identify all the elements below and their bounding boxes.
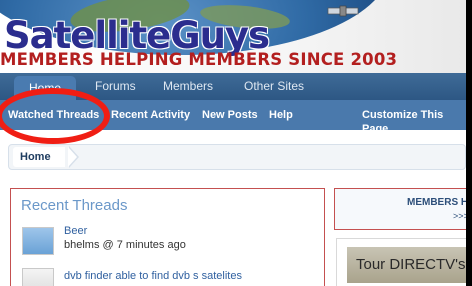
avatar[interactable] bbox=[22, 268, 54, 286]
highlight-annotation bbox=[0, 88, 110, 144]
site-logo[interactable]: SatelliteGuys bbox=[4, 17, 270, 54]
thread-title[interactable]: Beer bbox=[64, 225, 87, 237]
new-posts-link[interactable]: New Posts bbox=[202, 108, 258, 122]
breadcrumb-separator bbox=[68, 147, 77, 167]
avatar[interactable] bbox=[22, 227, 54, 255]
customize-page-link[interactable]: Customize This Page bbox=[362, 108, 466, 136]
site-tagline: MEMBERS HELPING MEMBERS SINCE 2003 bbox=[0, 50, 398, 69]
thread-title[interactable]: dvb finder able to find dvb s satelites bbox=[64, 270, 242, 282]
advert-box: Tour DIRECTV's bbox=[336, 238, 466, 286]
breadcrumb-home[interactable]: Home bbox=[13, 147, 65, 167]
tab-other-sites[interactable]: Other Sites bbox=[244, 78, 304, 95]
tab-forums[interactable]: Forums bbox=[95, 78, 136, 95]
site-banner: SatelliteGuys MEMBERS HELPING MEMBERS SI… bbox=[0, 0, 466, 76]
thread-meta: bhelms @ 7 minutes ago bbox=[64, 239, 186, 251]
recent-threads-title: Recent Threads bbox=[21, 197, 128, 214]
satellite-icon bbox=[327, 5, 359, 17]
help-link[interactable]: Help bbox=[269, 108, 293, 122]
directv-advert[interactable]: Tour DIRECTV's bbox=[347, 247, 466, 283]
members-sidebar-box: MEMBERS HE >>> bbox=[334, 188, 466, 230]
advert-text: Tour DIRECTV's bbox=[356, 256, 466, 273]
members-box-title: MEMBERS HE bbox=[407, 197, 466, 208]
breadcrumb: Home bbox=[8, 144, 466, 170]
members-box-more-link[interactable]: >>> bbox=[453, 211, 466, 221]
tab-members[interactable]: Members bbox=[163, 78, 213, 95]
recent-activity-link[interactable]: Recent Activity bbox=[111, 108, 190, 122]
browser-page: SatelliteGuys MEMBERS HELPING MEMBERS SI… bbox=[0, 0, 466, 286]
recent-threads-panel: Recent Threads Beer bhelms @ 7 minutes a… bbox=[10, 188, 325, 286]
